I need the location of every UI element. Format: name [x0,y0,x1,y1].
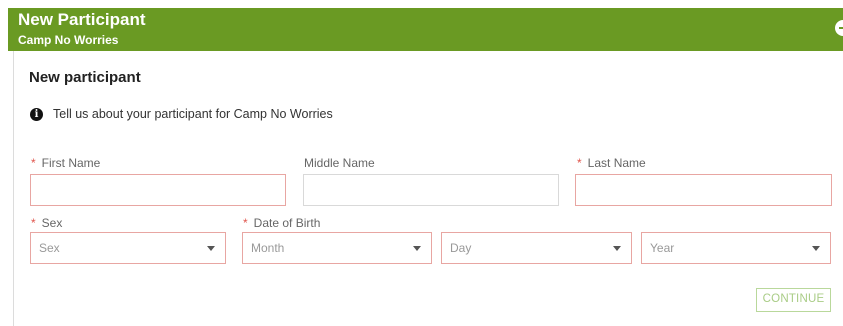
date-of-birth-label-text: Date of Birth [253,216,321,230]
sex-label-text: Sex [41,216,63,230]
required-marker: * [31,156,36,170]
last-name-label: * Last Name [577,156,646,170]
info-message: i Tell us about your participant for Cam… [30,106,333,122]
sex-label: * Sex [31,216,62,230]
birth-day-value: Day [450,241,472,255]
middle-name-label: Middle Name [304,156,375,170]
page-title: New Participant [18,10,146,29]
first-name-field[interactable] [30,174,286,206]
birth-month-value: Month [251,241,285,255]
sex-select[interactable]: Sex [30,232,226,264]
last-name-field[interactable] [575,174,832,206]
page-header: New Participant Camp No Worries [8,8,843,51]
middle-name-label-text: Middle Name [304,156,375,170]
middle-name-field[interactable] [303,174,559,206]
chevron-down-icon [613,246,621,251]
info-text: Tell us about your participant for Camp … [53,107,333,121]
first-name-label-text: First Name [41,156,101,170]
page-subtitle: Camp No Worries [18,33,119,47]
birth-month-select[interactable]: Month [242,232,432,264]
chevron-down-icon [812,246,820,251]
birth-year-value: Year [650,241,675,255]
chevron-down-icon [207,246,215,251]
required-marker: * [243,216,248,230]
sex-select-value: Sex [39,241,60,255]
info-icon: i [30,107,43,121]
form-title: New participant [29,69,141,86]
birth-day-select[interactable]: Day [441,232,632,264]
birth-year-select[interactable]: Year [641,232,831,264]
last-name-label-text: Last Name [587,156,646,170]
chevron-down-icon [413,246,421,251]
user-circle-icon[interactable] [835,20,843,36]
continue-button[interactable]: CONTINUE [756,288,831,312]
required-marker: * [31,216,36,230]
first-name-label: * First Name [31,156,100,170]
required-marker: * [577,156,582,170]
date-of-birth-label: * Date of Birth [243,216,320,230]
